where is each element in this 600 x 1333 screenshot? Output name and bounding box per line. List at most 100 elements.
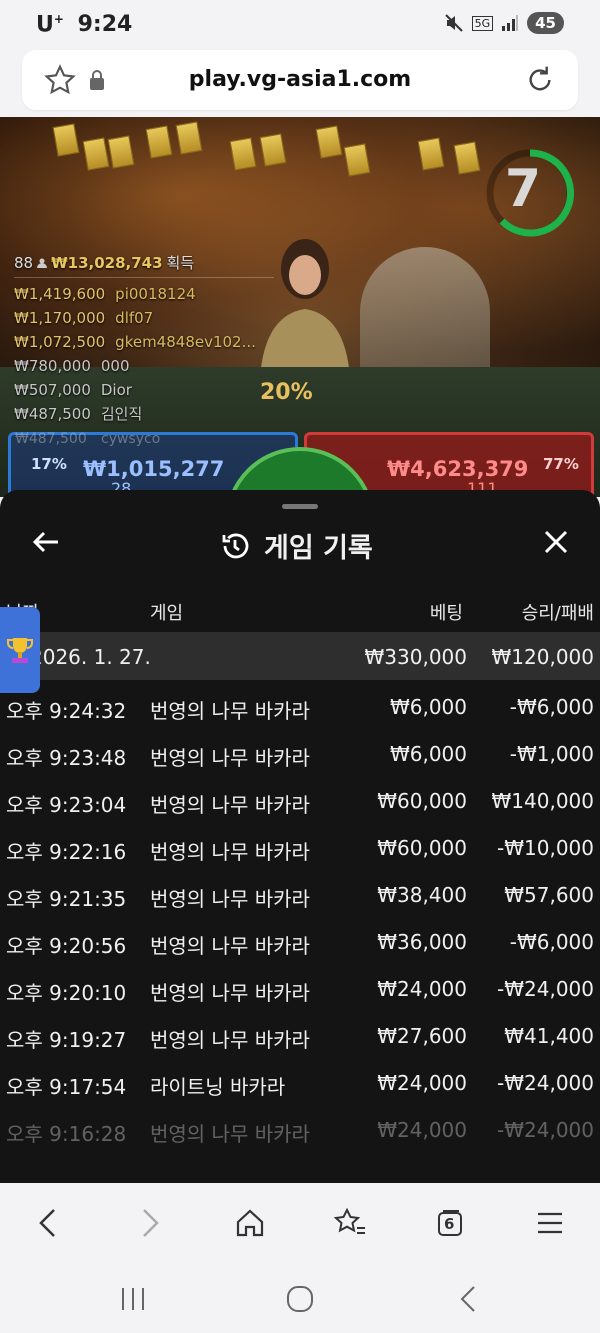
menu-icon [538,1212,562,1234]
trophy-side-tab[interactable] [0,607,40,693]
history-row[interactable]: 오후 9:20:10 번영의 나무 바카라 ₩24,000 -₩24,000 [0,966,600,1013]
close-icon[interactable] [540,526,572,558]
reload-icon[interactable] [524,64,556,96]
col-result: 승리/패배 [521,603,594,624]
history-row[interactable]: 오후 9:23:04 번영의 나무 바카라 ₩60,000 ₩140,000 [0,778,600,825]
date-value: 2026. 1. 27. [30,645,151,669]
drag-handle[interactable] [282,504,318,509]
history-row[interactable]: 오후 9:19:27 번영의 나무 바카라 ₩27,600 ₩41,400 [0,1013,600,1060]
date-summary-row[interactable]: 2026. 1. 27. ₩330,000 ₩120,000 [0,632,600,680]
row-bet: ₩6,000 [389,742,467,766]
winner-amount: ₩780,000 [14,357,91,375]
history-row[interactable]: 오후 9:17:54 라이트닝 바카라 ₩24,000 -₩24,000 [0,1060,600,1107]
winner-name: dlf07 [115,309,154,327]
history-row[interactable]: 오후 9:21:35 번영의 나무 바카라 ₩38,400 ₩57,600 [0,872,600,919]
tabs-nav-button[interactable]: 6 [428,1201,472,1245]
history-row[interactable]: 오후 9:20:56 번영의 나무 바카라 ₩36,000 -₩6,000 [0,919,600,966]
bookmarks-nav-button[interactable] [328,1201,372,1245]
recent-apps-icon [122,1288,144,1310]
winner-row: ₩507,000 Dior [14,378,274,402]
sheet-header: 게임 기록 [0,520,600,566]
chevron-right-icon [143,1209,159,1237]
address-bar[interactable]: play.vg-asia1.com [22,50,578,110]
row-result: -₩10,000 [497,836,594,860]
recent-apps-button[interactable] [113,1279,153,1319]
row-bet: ₩24,000 [377,1071,467,1095]
winner-row: ₩487,500 김인직 [14,402,274,426]
row-bet: ₩24,000 [377,977,467,1001]
table-header: 날짜 게임 베팅 승리/패배 [0,595,600,625]
row-result: -₩1,000 [509,742,594,766]
user-icon [37,258,48,268]
row-game: 번영의 나무 바카라 [150,746,310,770]
signal-icon [502,15,519,31]
winner-row: ₩1,072,500 gkem4848ev102... [14,330,274,354]
row-game: 번영의 나무 바카라 [150,887,310,911]
back-nav-button[interactable] [26,1201,70,1245]
row-game: 라이트닝 바카라 [150,1075,286,1099]
row-game: 번영의 나무 바카라 [150,934,310,958]
row-game: 번영의 나무 바카라 [150,793,310,817]
row-bet: ₩60,000 [377,836,467,860]
row-time: 오후 9:23:04 [6,793,127,817]
banker-percent: 77% [543,455,579,473]
mute-icon [444,14,463,32]
bookmark-star-icon [333,1208,365,1234]
status-carrier-time: U+ 9:24 [36,12,132,37]
winner-name: pi0018124 [115,285,196,303]
banker-amount: ₩4,623,379 [387,457,529,481]
row-result: ₩140,000 [491,789,594,813]
menu-nav-button[interactable] [528,1201,572,1245]
winners-count: 88 [14,253,34,272]
winner-name: Dior [100,381,132,399]
back-system-button[interactable] [448,1279,488,1319]
tabs-count: 6 [444,1215,455,1233]
system-nav-bar [0,1263,600,1333]
winners-summary: 88 ₩13,028,743 획득 [14,252,274,278]
history-row[interactable]: 오후 9:16:28 번영의 나무 바카라 ₩24,000 -₩24,000 [0,1107,600,1154]
winners-list: 88 ₩13,028,743 획득 ₩1,419,600 pi0018124 ₩1… [14,252,274,426]
row-result: ₩41,400 [504,1024,594,1048]
home-nav-button[interactable] [228,1201,272,1245]
game-video[interactable]: 20% 7 88 ₩13,028,743 획득 ₩1,419,600 pi0018… [0,117,600,497]
carrier-label: U [36,12,54,38]
winner-amount: ₩1,419,600 [14,285,106,303]
row-bet: ₩6,000 [389,695,467,719]
winners-total: ₩13,028,743 [51,253,163,272]
row-time: 오후 9:16:28 [6,1122,127,1146]
back-arrow-icon[interactable] [30,526,62,558]
row-game: 번영의 나무 바카라 [150,699,310,723]
row-bet: ₩27,600 [377,1024,467,1048]
winners-label: 획득 [166,254,195,272]
history-row[interactable]: 오후 9:23:48 번영의 나무 바카라 ₩6,000 -₩1,000 [0,731,600,778]
timer-countdown: 7 [504,159,542,219]
history-sheet: 게임 기록 날짜 게임 베팅 승리/패배 2026. 1. 27. ₩330,0… [0,490,600,1183]
home-circle-icon [287,1286,313,1312]
winner-row: ₩780,000 000 [14,354,274,378]
history-row[interactable]: 오후 9:22:16 번영의 나무 바카라 ₩60,000 -₩10,000 [0,825,600,872]
row-result: -₩24,000 [497,1071,594,1095]
row-time: 오후 9:17:54 [6,1075,127,1099]
forward-nav-button[interactable] [128,1201,172,1245]
network-label: 5G [471,15,494,31]
winner-name: gkem4848ev102... [115,333,256,351]
pagoda-scenery [360,247,490,377]
winner-name: 000 [100,357,130,375]
chevron-left-icon [39,1209,55,1237]
row-result: -₩6,000 [509,695,594,719]
row-result: -₩6,000 [509,930,594,954]
row-time: 오후 9:23:48 [6,746,127,770]
battery-badge: 45 [527,12,564,34]
winner-row: ₩1,419,600 pi0018124 [14,282,274,306]
sheet-title: 게임 기록 [220,526,373,565]
history-row[interactable]: 오후 9:24:32 번영의 나무 바카라 ₩6,000 -₩6,000 [0,684,600,731]
url-text[interactable]: play.vg-asia1.com [22,67,578,92]
row-time: 오후 9:21:35 [6,887,127,911]
row-bet: ₩24,000 [377,1118,467,1142]
status-bar: U+ 9:24 5G 45 [0,0,600,50]
winner-overflow: ₩487,500 [15,431,87,447]
row-time: 오후 9:24:32 [6,699,127,723]
home-system-button[interactable] [280,1279,320,1319]
carrier-plus: + [53,12,64,26]
col-game: 게임 [150,603,184,624]
